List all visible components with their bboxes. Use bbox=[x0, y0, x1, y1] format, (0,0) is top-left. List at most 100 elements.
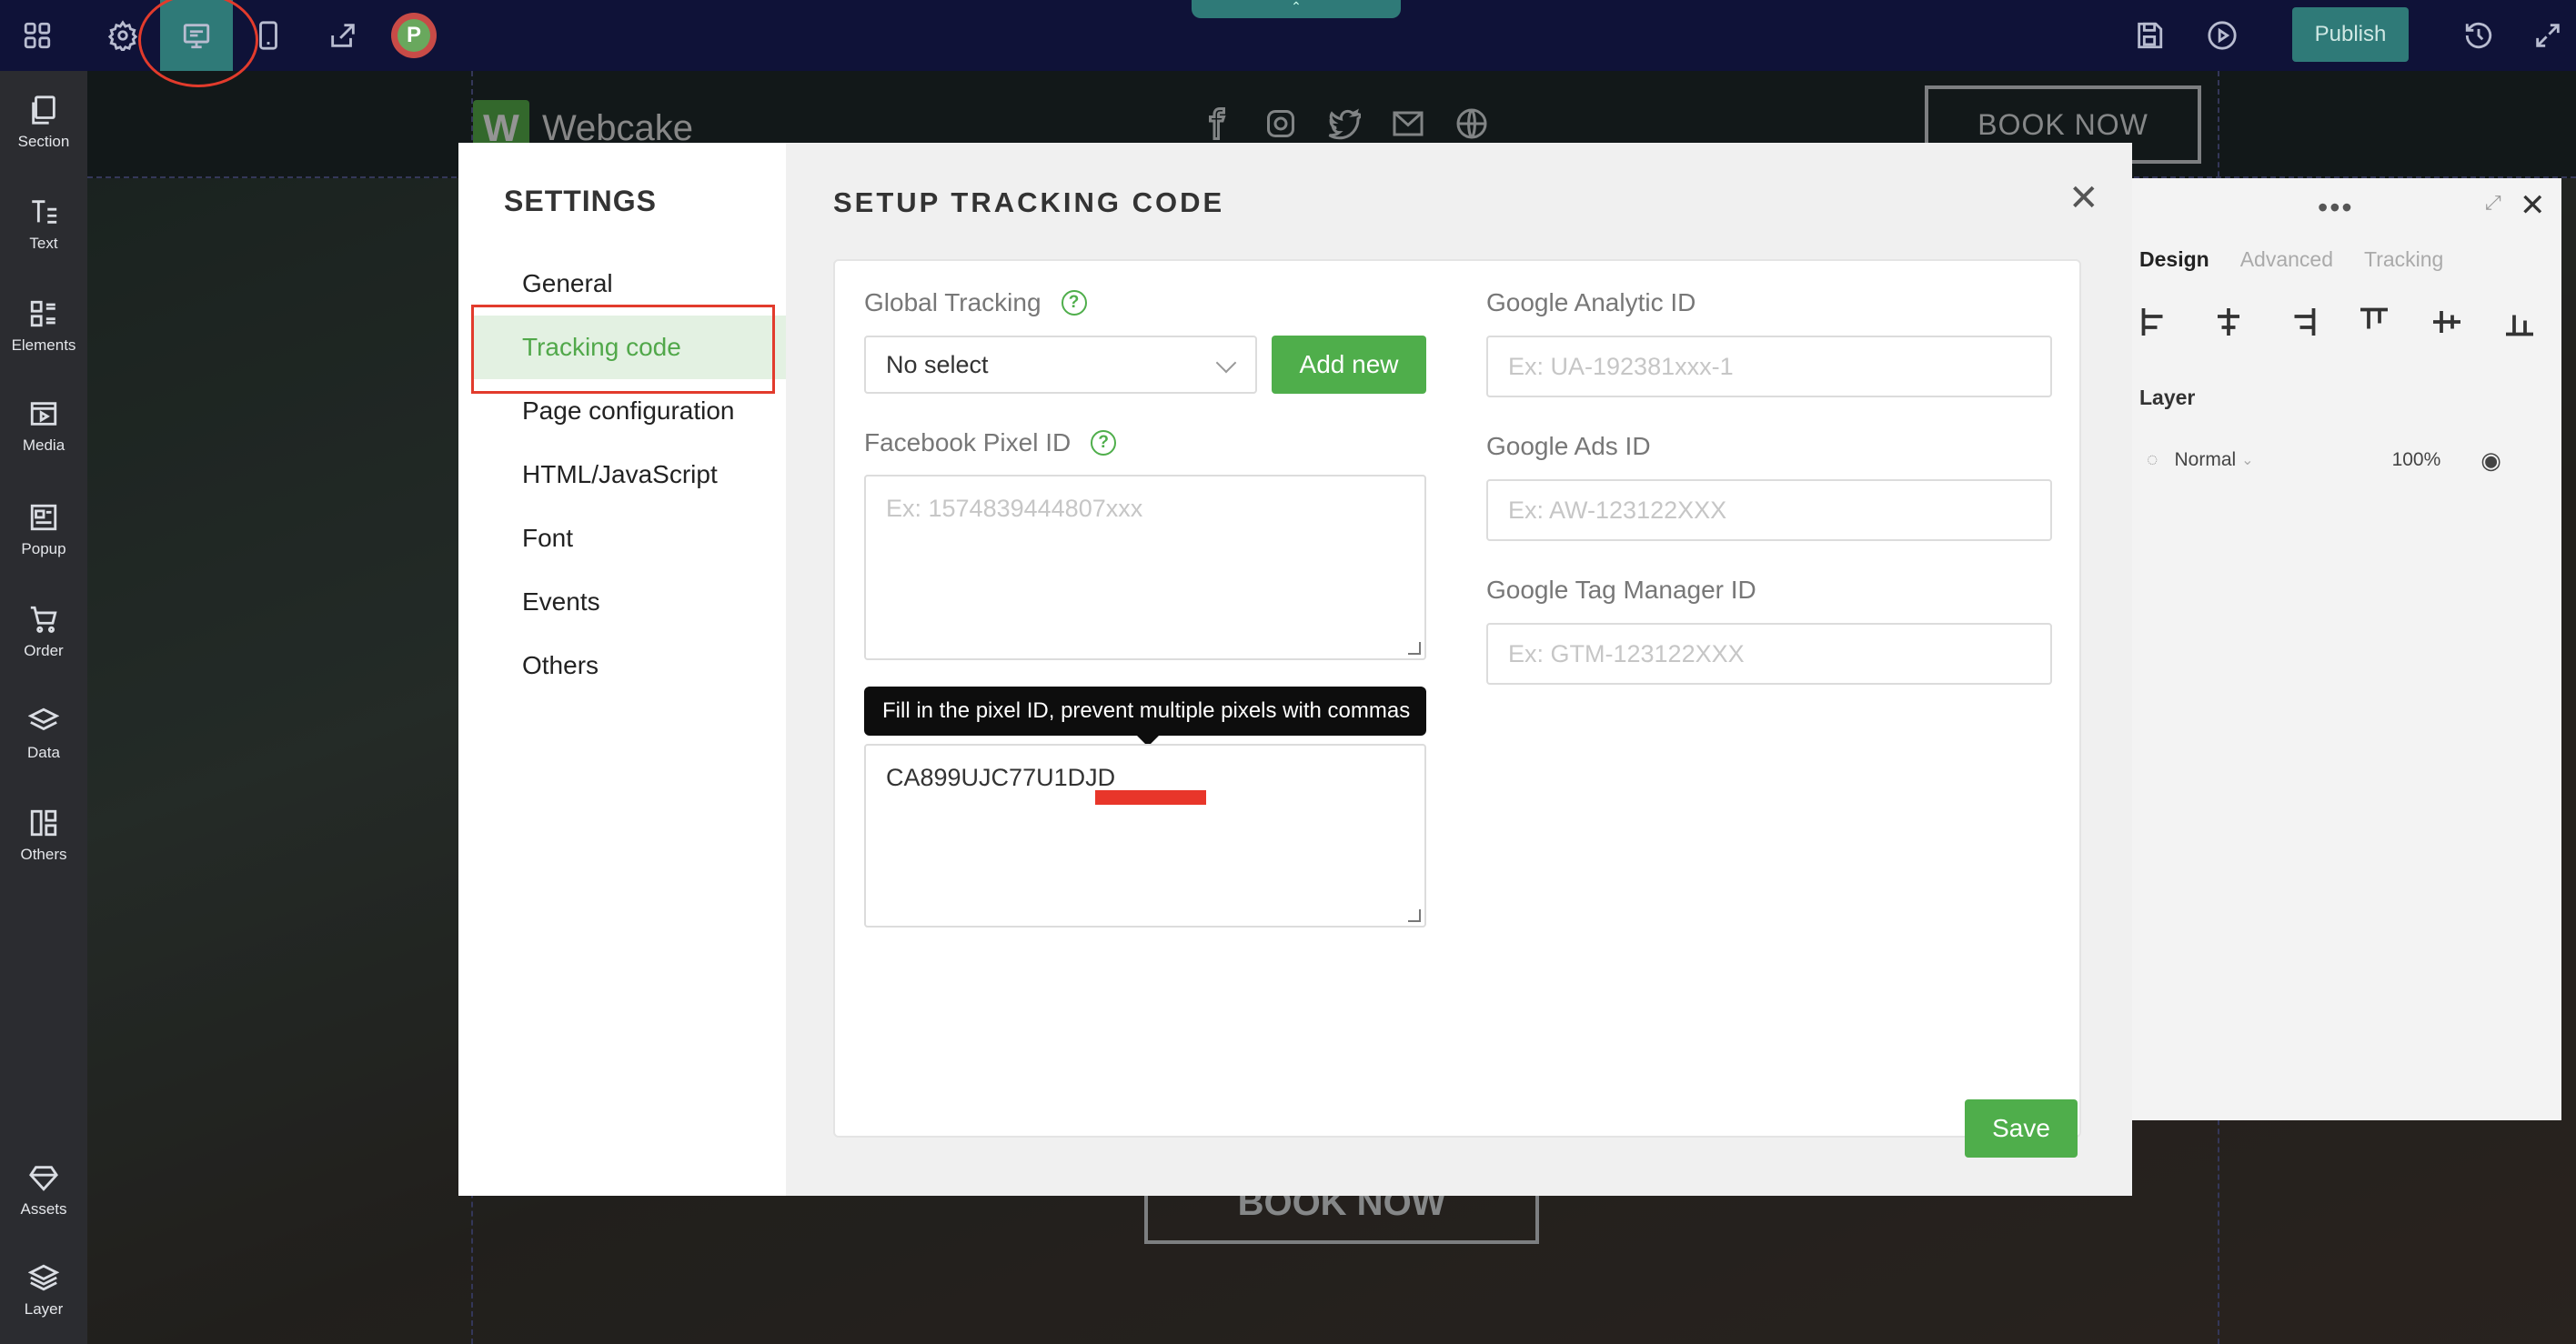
google-analytic-input[interactable]: Ex: UA-192381xxx-1 bbox=[1486, 336, 2052, 397]
align-center-v-icon[interactable] bbox=[2430, 306, 2463, 338]
opacity-value[interactable]: 100% bbox=[2392, 449, 2441, 471]
align-top-icon[interactable] bbox=[2358, 306, 2390, 338]
google-ads-label-text: Google Ads ID bbox=[1486, 432, 1651, 460]
sidebar-item-popup[interactable]: Popup bbox=[0, 502, 87, 593]
facebook-pixel-textarea[interactable]: Ex: 1574839444807xxx bbox=[864, 475, 1426, 660]
media-icon bbox=[30, 402, 57, 426]
save-button[interactable]: Save bbox=[1965, 1099, 2078, 1158]
publish-button[interactable]: Publish bbox=[2292, 7, 2409, 62]
sidebar-item-label: Media bbox=[22, 436, 65, 454]
sidebar-item-label: Order bbox=[24, 642, 64, 659]
google-ads-input[interactable]: Ex: AW-123122XXX bbox=[1486, 479, 2052, 541]
share-icon[interactable] bbox=[320, 13, 366, 58]
sidebar-item-label: Assets bbox=[20, 1200, 67, 1218]
align-right-icon[interactable] bbox=[2285, 306, 2318, 338]
global-tracking-select[interactable]: No select bbox=[864, 336, 1257, 394]
menu-item-events[interactable]: Events bbox=[458, 570, 786, 634]
redaction-mark bbox=[1095, 790, 1206, 805]
tab-tracking[interactable]: Tracking bbox=[2364, 247, 2443, 272]
google-analytic-label-text: Google Analytic ID bbox=[1486, 288, 1696, 316]
google-ads-label: Google Ads ID bbox=[1486, 432, 1651, 461]
opacity-drop-icon: ◌ bbox=[2147, 449, 2158, 470]
menu-item-html-javascript[interactable]: HTML/JavaScript bbox=[458, 443, 786, 507]
chevron-down-icon bbox=[1215, 352, 1237, 374]
layer-title: Layer bbox=[2139, 386, 2196, 409]
blend-mode-select[interactable]: Normal bbox=[2174, 449, 2236, 471]
alignment-tools bbox=[2139, 306, 2536, 338]
resize-handle-icon[interactable] bbox=[1408, 909, 1421, 922]
elements-icon bbox=[30, 300, 55, 327]
layer-icon bbox=[28, 1264, 59, 1291]
highlight-box bbox=[471, 305, 775, 394]
sidebar-item-label: Data bbox=[27, 744, 60, 761]
close-icon[interactable]: ✕ bbox=[2520, 187, 2546, 224]
play-icon[interactable] bbox=[2199, 13, 2245, 58]
tab-design[interactable]: Design bbox=[2139, 247, 2209, 272]
sidebar-item-label: Elements bbox=[11, 336, 76, 354]
google-analytic-label: Google Analytic ID bbox=[1486, 288, 1696, 317]
sidebar-item-layer[interactable]: Layer bbox=[0, 1262, 87, 1344]
design-panel-tabs: Design Advanced Tracking bbox=[2139, 247, 2443, 272]
modal-title: SETUP TRACKING CODE bbox=[833, 186, 1225, 218]
more-icon[interactable]: ••• bbox=[2318, 191, 2354, 225]
menu-item-others[interactable]: Others bbox=[458, 634, 786, 697]
left-sidebar: Section Text Elements Media Popup Order … bbox=[0, 71, 87, 1344]
sidebar-item-label: Section bbox=[17, 133, 70, 150]
global-tracking-label: Global Tracking ? bbox=[864, 288, 1087, 317]
sidebar-item-elements[interactable]: Elements bbox=[0, 298, 87, 389]
facebook-pixel-placeholder: Ex: 1574839444807xxx bbox=[886, 495, 1143, 522]
sidebar-item-order[interactable]: Order bbox=[0, 604, 87, 695]
resize-handle-icon[interactable] bbox=[1408, 642, 1421, 655]
settings-modal: SETTINGS General Tracking code Page conf… bbox=[458, 143, 2132, 1196]
sidebar-item-section[interactable]: Section bbox=[0, 95, 87, 186]
global-tracking-label-text: Global Tracking bbox=[864, 288, 1041, 316]
google-tag-manager-input[interactable]: Ex: GTM-123122XXX bbox=[1486, 623, 2052, 685]
avatar[interactable]: P bbox=[391, 13, 437, 58]
align-center-h-icon[interactable] bbox=[2212, 306, 2245, 338]
sidebar-item-text[interactable]: Text bbox=[0, 196, 87, 287]
facebook-pixel-value-textarea[interactable]: CA899UJC77U1DJD bbox=[864, 744, 1426, 928]
sidebar-item-label: Popup bbox=[21, 540, 66, 557]
google-analytic-placeholder: Ex: UA-192381xxx-1 bbox=[1508, 352, 1734, 380]
google-ads-placeholder: Ex: AW-123122XXX bbox=[1508, 496, 1727, 524]
others-icon bbox=[30, 809, 57, 837]
settings-sidebar: SETTINGS General Tracking code Page conf… bbox=[458, 143, 786, 1196]
facebook-pixel-label: Facebook Pixel ID ? bbox=[864, 428, 1117, 457]
google-tag-manager-label-text: Google Tag Manager ID bbox=[1486, 576, 1756, 604]
sidebar-item-label: Layer bbox=[24, 1300, 64, 1318]
avatar-letter: P bbox=[397, 19, 430, 52]
sidebar-item-media[interactable]: Media bbox=[0, 398, 87, 489]
settings-title: SETTINGS bbox=[504, 185, 658, 217]
help-icon[interactable]: ? bbox=[1061, 290, 1087, 316]
menu-item-font[interactable]: Font bbox=[458, 507, 786, 570]
align-bottom-icon[interactable] bbox=[2503, 306, 2536, 338]
align-left-icon[interactable] bbox=[2139, 306, 2172, 338]
close-icon[interactable]: ✕ bbox=[2068, 177, 2099, 219]
save-icon[interactable] bbox=[2127, 13, 2172, 58]
add-new-button[interactable]: Add new bbox=[1272, 336, 1426, 394]
facebook-pixel-value: CA899UJC77U1DJD bbox=[886, 764, 1116, 791]
collapse-handle[interactable]: ⌃ bbox=[1192, 0, 1401, 18]
sidebar-item-label: Others bbox=[20, 846, 67, 863]
section-icon bbox=[32, 95, 55, 125]
sidebar-item-assets[interactable]: Assets bbox=[0, 1162, 87, 1253]
eye-icon[interactable]: ◉ bbox=[2480, 446, 2501, 475]
layer-row: ◌ Normal ⌄ 100% ◉ bbox=[2147, 444, 2547, 476]
pixel-tooltip: Fill in the pixel ID, prevent multiple p… bbox=[864, 687, 1426, 747]
grid-icon[interactable] bbox=[15, 13, 60, 58]
tab-advanced[interactable]: Advanced bbox=[2240, 247, 2333, 272]
sidebar-item-others[interactable]: Others bbox=[0, 807, 87, 898]
top-toolbar: P ⌃ Publish bbox=[0, 0, 2576, 87]
design-panel: ••• ⤢ ✕ Design Advanced Tracking Layer ◌… bbox=[2130, 178, 2561, 1120]
cart-icon bbox=[30, 606, 57, 633]
chevron-down-icon[interactable]: ⌄ bbox=[2241, 451, 2253, 469]
google-tag-manager-placeholder: Ex: GTM-123122XXX bbox=[1508, 639, 1745, 667]
text-icon bbox=[32, 200, 57, 224]
sidebar-item-data[interactable]: Data bbox=[0, 706, 87, 797]
layers-icon bbox=[28, 707, 59, 731]
expand-icon[interactable]: ⤢ bbox=[2485, 191, 2501, 215]
history-icon[interactable] bbox=[2456, 13, 2501, 58]
global-tracking-select-value: No select bbox=[886, 350, 989, 378]
fullscreen-icon[interactable] bbox=[2525, 13, 2571, 58]
help-icon[interactable]: ? bbox=[1091, 430, 1117, 456]
